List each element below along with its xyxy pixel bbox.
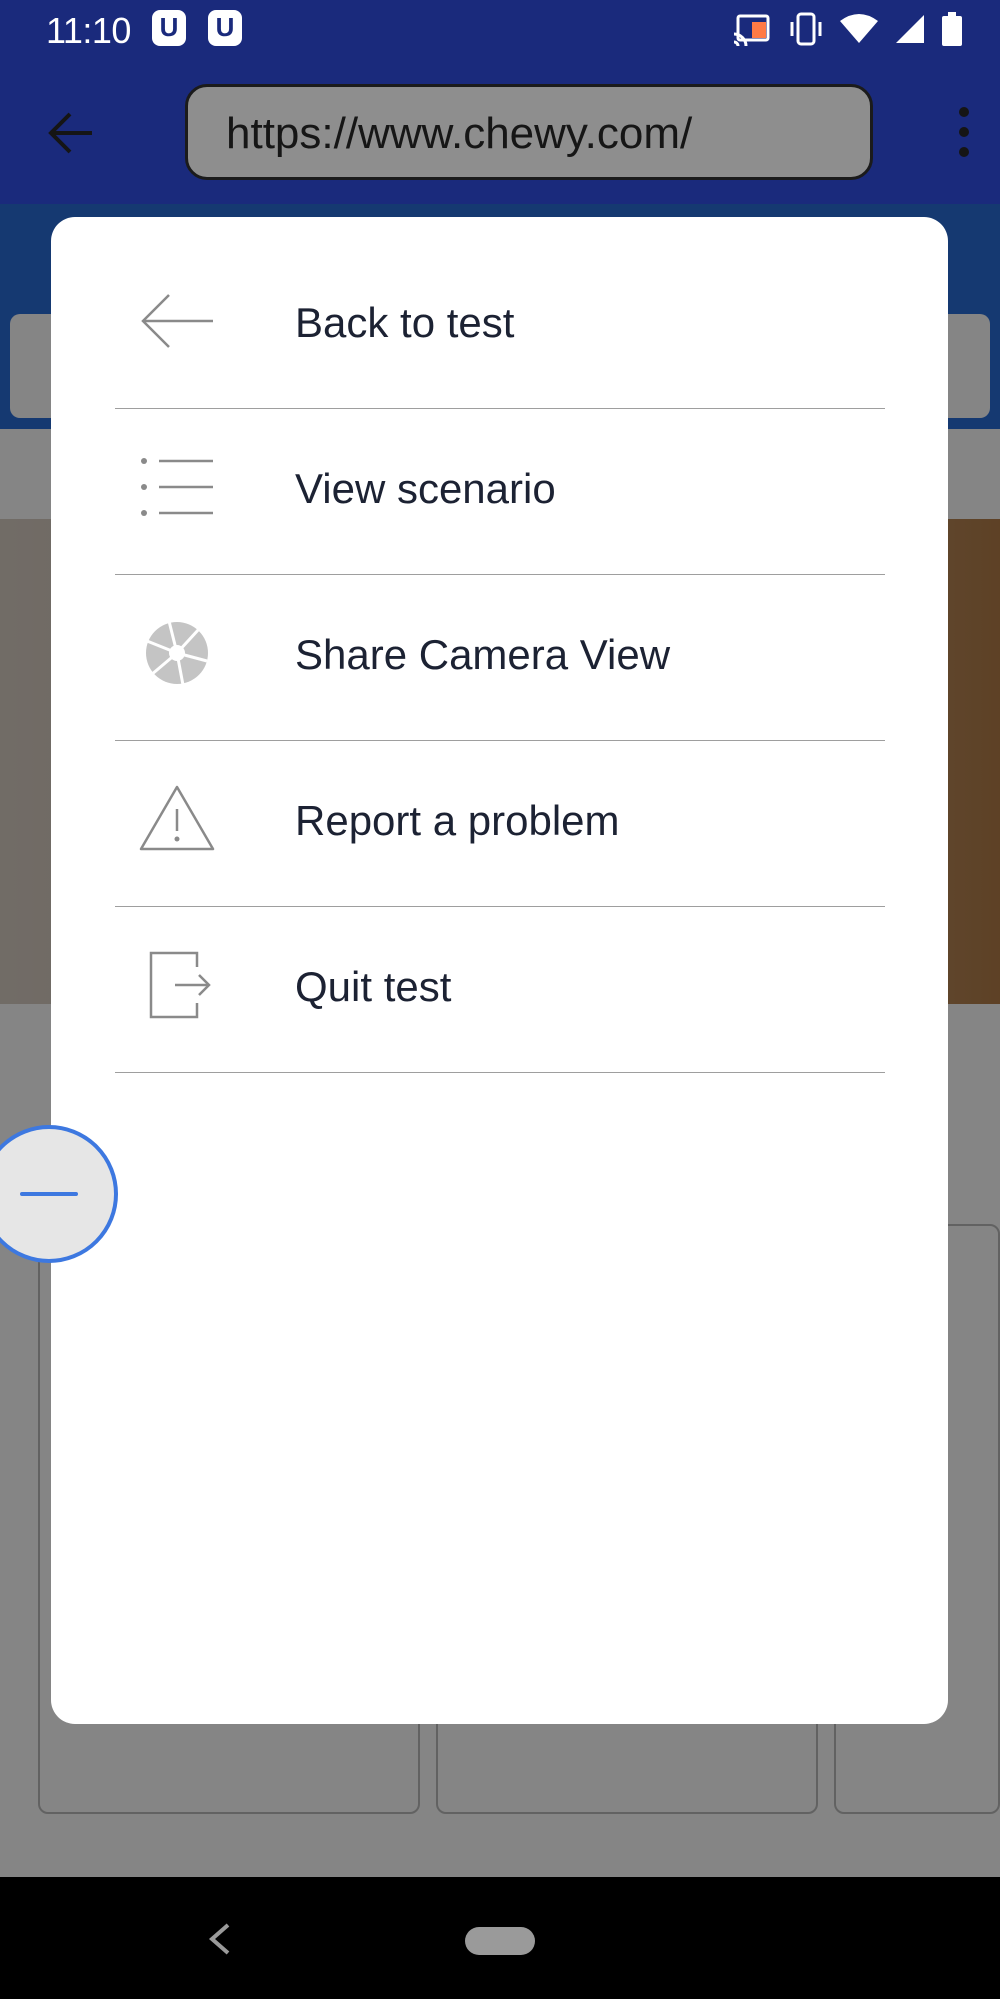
menu-item-label: Share Camera View	[295, 631, 671, 678]
vibrate-icon	[790, 12, 822, 46]
url-text: https://www.chewy.com/	[226, 109, 693, 158]
status-icons	[732, 12, 962, 46]
menu-item-back-to-test[interactable]: Back to test	[115, 243, 885, 409]
wifi-icon	[840, 14, 878, 43]
warning-icon	[139, 785, 215, 851]
app-notification-badge: U	[208, 10, 242, 46]
nav-back-icon[interactable]	[208, 1921, 232, 1957]
status-bar: 11:10 U U	[0, 0, 1000, 62]
menu-item-label: View scenario	[295, 465, 556, 512]
back-arrow-icon	[141, 294, 213, 348]
menu-item-report-problem[interactable]: Report a problem	[115, 741, 885, 907]
battery-icon	[942, 12, 962, 46]
menu-item-label: Report a problem	[295, 797, 620, 844]
menu-item-view-scenario[interactable]: View scenario	[115, 409, 885, 575]
status-time: 11:10	[46, 10, 131, 51]
app-notification-badge: U	[152, 10, 186, 46]
browser-toolbar: https://www.chewy.com/	[0, 62, 1000, 204]
menu-item-share-camera-view[interactable]: Share Camera View	[115, 575, 885, 741]
cast-icon	[733, 14, 770, 46]
list-icon	[141, 458, 213, 516]
signal-icon	[896, 15, 924, 43]
back-arrow-icon[interactable]	[46, 108, 96, 158]
more-vert-icon[interactable]	[958, 106, 970, 158]
home-pill-icon[interactable]	[465, 1927, 535, 1955]
minus-icon	[20, 1192, 78, 1196]
camera-aperture-icon	[146, 620, 208, 686]
menu-item-label: Quit test	[295, 963, 452, 1010]
menu-item-label: Back to test	[295, 299, 515, 346]
exit-icon	[149, 951, 211, 1019]
url-bar[interactable]: https://www.chewy.com/	[185, 84, 873, 180]
system-nav-bar	[0, 1877, 1000, 1999]
menu-item-quit-test[interactable]: Quit test	[115, 907, 885, 1073]
menu-dialog: Back to test View scenario Share Camera …	[51, 217, 948, 1724]
